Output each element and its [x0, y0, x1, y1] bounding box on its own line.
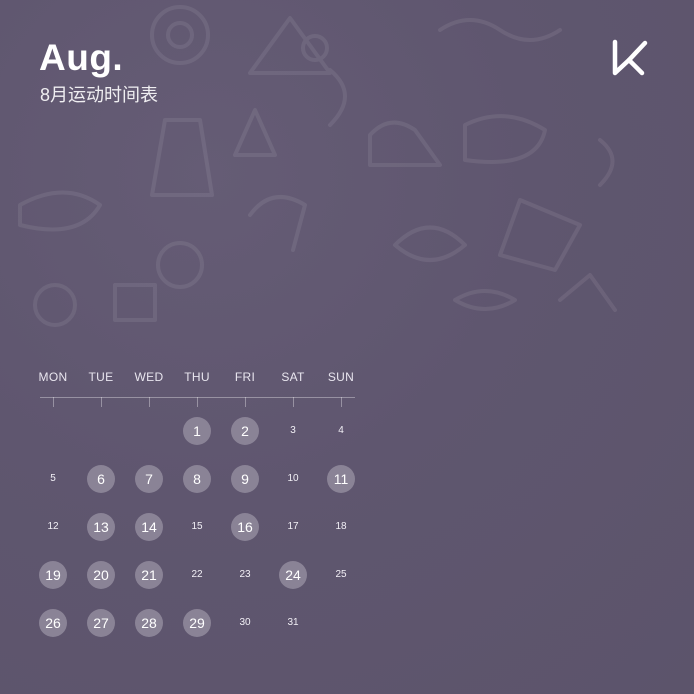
workout-day-14[interactable]: 14: [135, 513, 163, 541]
weekday-mon: MON: [38, 370, 68, 384]
workout-day-28[interactable]: 28: [135, 609, 163, 637]
weekday-sun: SUN: [327, 370, 355, 384]
workout-day-9[interactable]: 9: [231, 465, 259, 493]
calendar-day-22[interactable]: 22: [183, 561, 211, 589]
workout-day-27[interactable]: 27: [87, 609, 115, 637]
workout-day-29[interactable]: 29: [183, 609, 211, 637]
workout-day-24[interactable]: 24: [279, 561, 307, 589]
calendar-day-31[interactable]: 31: [279, 609, 307, 637]
workout-day-6[interactable]: 6: [87, 465, 115, 493]
calendar-day-17[interactable]: 17: [279, 513, 307, 541]
weekday-fri: FRI: [234, 370, 256, 384]
sport-calendar-page: Aug. 8月运动时间表 MON TUE WED THU FRI SAT SUN 1 2 3 4 5 6…: [0, 0, 694, 694]
calendar-day-25[interactable]: 25: [327, 561, 355, 589]
weekday-tick: [293, 397, 294, 407]
calendar-day-10[interactable]: 10: [279, 465, 307, 493]
weekday-thu: THU: [184, 370, 210, 384]
calendar-day-3[interactable]: 3: [279, 417, 307, 445]
workout-day-19[interactable]: 19: [39, 561, 67, 589]
workout-day-26[interactable]: 26: [39, 609, 67, 637]
calendar-day-12[interactable]: 12: [39, 513, 67, 541]
workout-day-11[interactable]: 11: [327, 465, 355, 493]
calendar-day-18[interactable]: 18: [327, 513, 355, 541]
calendar-day-30[interactable]: 30: [231, 609, 259, 637]
weekday-tick: [245, 397, 246, 407]
workout-day-16[interactable]: 16: [231, 513, 259, 541]
calendar-day-23[interactable]: 23: [231, 561, 259, 589]
calendar-day-4[interactable]: 4: [327, 417, 355, 445]
weekday-tick: [197, 397, 198, 407]
workout-day-13[interactable]: 13: [87, 513, 115, 541]
workout-day-2[interactable]: 2: [231, 417, 259, 445]
workout-day-1[interactable]: 1: [183, 417, 211, 445]
workout-day-8[interactable]: 8: [183, 465, 211, 493]
weekday-tue: TUE: [88, 370, 114, 384]
keep-logo-icon: [612, 39, 648, 76]
workout-day-7[interactable]: 7: [135, 465, 163, 493]
calendar-grid: MON TUE WED THU FRI SAT SUN 1 2 3 4 5 6 7 8 9 10 11 12 13 14…: [29, 366, 365, 666]
month-title: Aug.: [39, 37, 124, 78]
weekday-tick: [149, 397, 150, 407]
weekday-sat: SAT: [281, 370, 305, 384]
weekday-wed: WED: [134, 370, 164, 384]
calendar-day-15[interactable]: 15: [183, 513, 211, 541]
calendar-day-5[interactable]: 5: [39, 465, 67, 493]
workout-day-20[interactable]: 20: [87, 561, 115, 589]
weekday-tick: [341, 397, 342, 407]
weekday-tick: [53, 397, 54, 407]
weekday-tick: [101, 397, 102, 407]
schedule-subtitle: 8月运动时间表: [40, 85, 159, 105]
workout-day-21[interactable]: 21: [135, 561, 163, 589]
